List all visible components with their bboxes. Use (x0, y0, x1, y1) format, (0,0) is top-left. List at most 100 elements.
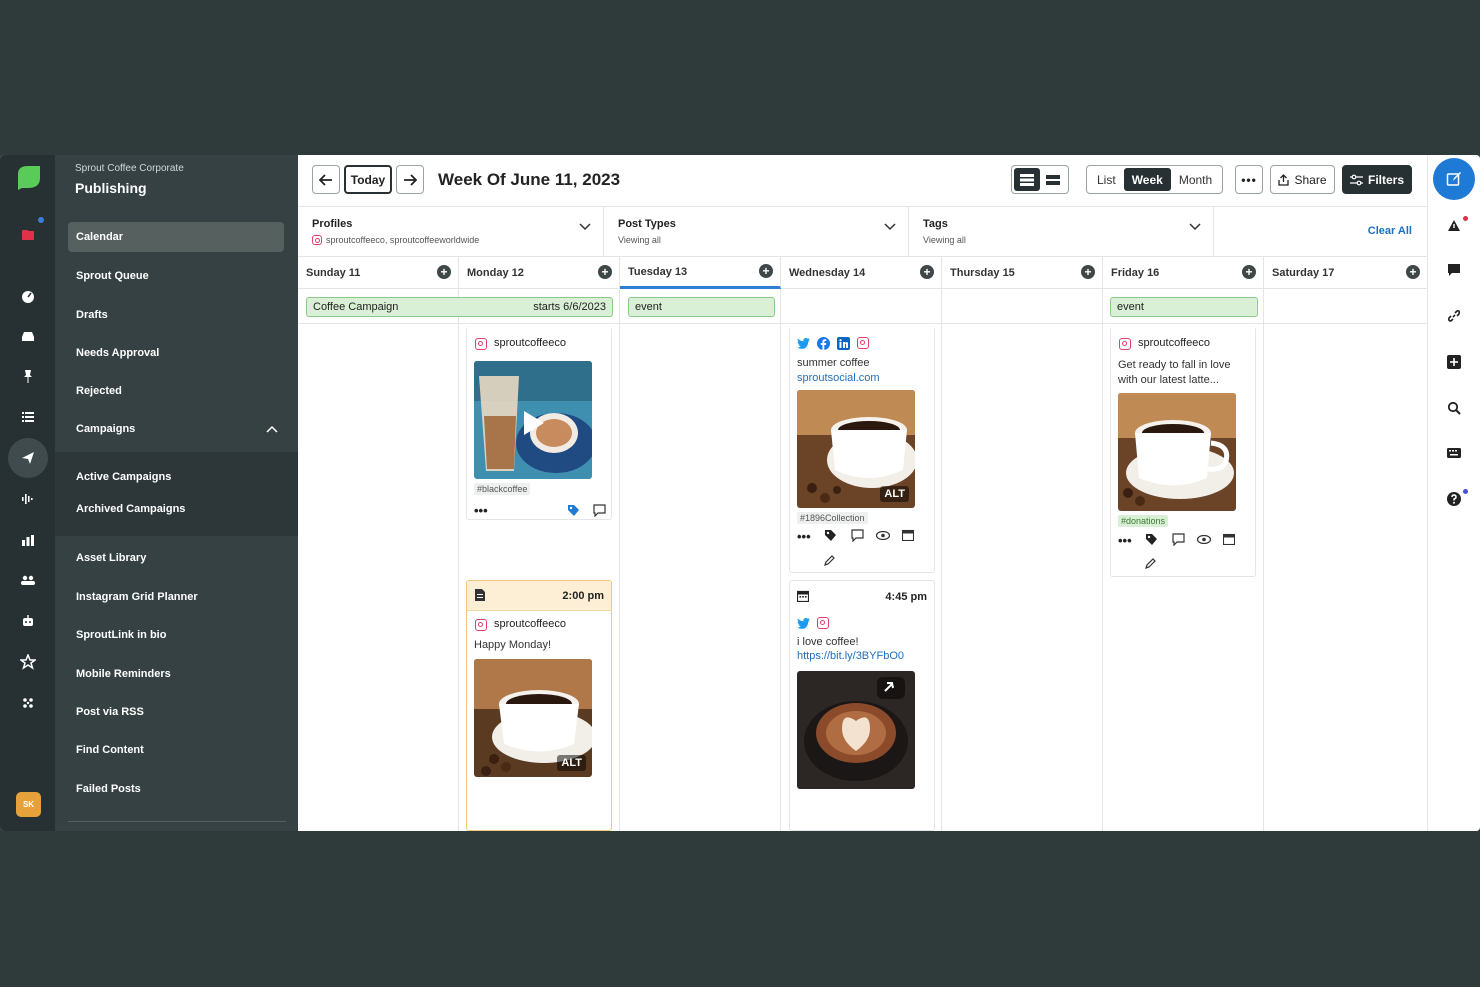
nav-item-post-via-rss[interactable]: Post via RSS (68, 697, 284, 727)
next-week-button[interactable] (396, 165, 424, 194)
more-options-button[interactable]: ••• (1235, 165, 1263, 194)
pencil-icon[interactable] (823, 554, 836, 567)
search-icon[interactable] (1446, 400, 1462, 416)
day-headers: Sunday 11 + Monday 12 + Tuesday 13 + Wednes… (298, 257, 1427, 289)
chevron-up-icon[interactable] (266, 425, 278, 433)
more-icon[interactable]: ••• (474, 503, 488, 518)
integrations-icon[interactable] (14, 689, 42, 717)
add-post-plus-icon[interactable]: + (920, 265, 934, 279)
add-post-plus-icon[interactable]: + (1406, 265, 1420, 279)
dashboard-icon[interactable] (14, 282, 42, 310)
post-image-coffee-saucer[interactable] (1118, 393, 1236, 511)
view-list-button[interactable]: List (1089, 168, 1124, 191)
chevron-down-icon (579, 223, 591, 231)
calendar-icon[interactable] (902, 529, 914, 541)
comment-icon[interactable] (851, 529, 864, 542)
tags-filter[interactable]: Tags Viewing all (909, 207, 1214, 257)
profiles-filter[interactable]: Profiles sproutcoffeeco, sproutcoffeewor… (298, 207, 604, 257)
list-icon[interactable] (14, 403, 42, 431)
eye-icon[interactable] (1197, 535, 1211, 544)
nav-item-find-content[interactable]: Find Content (68, 735, 284, 765)
post-image-coffee-beans[interactable]: ALT (797, 390, 915, 508)
people-icon[interactable] (14, 566, 42, 594)
alert-dot (1463, 216, 1468, 221)
listening-waveform-icon[interactable] (14, 485, 42, 513)
event-bar-tuesday[interactable]: event (628, 297, 775, 317)
post-link[interactable]: https://bit.ly/3BYFbO0 (797, 649, 904, 664)
day-header-friday: Friday 16 + (1103, 257, 1264, 289)
pin-icon[interactable] (14, 362, 42, 390)
nav-item-campaigns[interactable]: Campaigns (68, 414, 284, 444)
feedback-icon[interactable] (1446, 262, 1462, 278)
review-star-icon[interactable] (14, 648, 42, 676)
nav-item-drafts[interactable]: Drafts (68, 300, 284, 330)
campaign-bar[interactable]: Coffee Campaign starts 6/6/2023 (306, 297, 613, 317)
sprout-logo-icon[interactable] (14, 164, 42, 192)
filters-button[interactable]: Filters (1342, 165, 1412, 194)
nav-item-sproutlink[interactable]: SproutLink in bio (68, 620, 284, 650)
event-bar-friday[interactable]: event (1110, 297, 1258, 317)
add-box-icon[interactable] (1446, 354, 1462, 370)
today-button[interactable]: Today (344, 165, 392, 194)
instagram-icon (312, 235, 322, 245)
help-icon[interactable] (1446, 491, 1462, 507)
nav-item-sprout-queue[interactable]: Sprout Queue (68, 261, 284, 291)
compose-button[interactable] (1433, 158, 1475, 200)
reports-bar-chart-icon[interactable] (14, 526, 42, 554)
post-card-scheduled[interactable]: 4:45 pm i love coffee! https://bit.ly/3B… (789, 580, 935, 831)
post-card[interactable]: sproutcoffeeco #blackcoffee ••• (466, 327, 612, 520)
density-expanded-button[interactable] (1014, 168, 1040, 191)
post-image-coffee-cup[interactable]: ALT (474, 659, 592, 777)
nav-item-archived-campaigns[interactable]: Archived Campaigns (76, 503, 185, 515)
nav-item-instagram-grid-planner[interactable]: Instagram Grid Planner (68, 582, 284, 612)
post-tag[interactable]: #donations (1118, 515, 1169, 527)
alt-text-badge[interactable]: ALT (880, 486, 909, 502)
prev-week-button[interactable] (312, 165, 340, 194)
link-icon[interactable] (1446, 308, 1462, 324)
post-image-latte[interactable] (797, 671, 915, 789)
tag-icon[interactable] (1145, 533, 1158, 546)
publishing-send-icon[interactable] (8, 438, 48, 478)
post-types-filter[interactable]: Post Types Viewing all (604, 207, 909, 257)
alerts-warning-icon[interactable] (1446, 217, 1462, 233)
more-icon[interactable]: ••• (1118, 533, 1132, 548)
nav-item-needs-approval[interactable]: Needs Approval (68, 338, 284, 368)
nav-item-failed-posts[interactable]: Failed Posts (68, 774, 284, 804)
view-week-button[interactable]: Week (1123, 168, 1171, 191)
keyboard-icon[interactable] (1446, 445, 1462, 461)
more-icon[interactable]: ••• (797, 529, 811, 544)
add-post-plus-icon[interactable]: + (598, 265, 612, 279)
clear-all-button[interactable]: Clear All (1368, 225, 1412, 237)
post-image-iced-coffee[interactable] (474, 361, 592, 479)
nav-item-mobile-reminders[interactable]: Mobile Reminders (68, 659, 284, 689)
nav-item-calendar[interactable]: Calendar (68, 222, 284, 252)
eye-icon[interactable] (876, 531, 890, 540)
post-tag[interactable]: #blackcoffee (474, 483, 531, 495)
post-card-scheduled[interactable]: 2:00 pm sproutcoffeeco Happy Monday! ALT (466, 580, 612, 831)
inbox-red-icon[interactable] (14, 221, 42, 249)
density-compact-button[interactable] (1040, 168, 1066, 191)
alt-text-badge[interactable]: ALT (557, 755, 586, 771)
comment-icon[interactable] (593, 504, 606, 517)
add-post-plus-icon[interactable]: + (1081, 265, 1095, 279)
comment-icon[interactable] (1172, 533, 1185, 546)
nav-item-active-campaigns[interactable]: Active Campaigns (76, 471, 171, 483)
post-card[interactable]: sproutcoffeeco Get ready to fall in love… (1110, 327, 1256, 577)
post-card[interactable]: summer coffee sproutsocial.com ALT #1896… (789, 327, 935, 573)
calendar-icon[interactable] (1223, 533, 1235, 545)
share-button[interactable]: Share (1270, 165, 1335, 194)
bot-icon[interactable] (14, 607, 42, 635)
pencil-icon[interactable] (1144, 557, 1157, 570)
user-avatar[interactable]: SK (16, 792, 41, 817)
messages-icon[interactable] (14, 322, 42, 350)
tag-icon[interactable] (567, 504, 580, 517)
add-post-plus-icon[interactable]: + (759, 264, 773, 278)
add-post-plus-icon[interactable]: + (1242, 265, 1256, 279)
nav-item-asset-library[interactable]: Asset Library (68, 543, 284, 573)
view-month-button[interactable]: Month (1171, 168, 1220, 191)
add-post-plus-icon[interactable]: + (437, 265, 451, 279)
post-tag[interactable]: #1896Collection (797, 512, 868, 524)
nav-item-rejected[interactable]: Rejected (68, 376, 284, 406)
tag-icon[interactable] (824, 529, 837, 542)
post-link[interactable]: sproutsocial.com (797, 371, 880, 386)
